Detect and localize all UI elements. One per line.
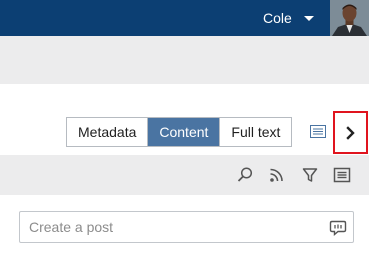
- tab-content[interactable]: Content: [147, 118, 220, 146]
- create-post-box: [19, 211, 354, 243]
- top-navigation-bar: Cole: [0, 0, 369, 36]
- next-panel-button[interactable]: [333, 111, 368, 154]
- create-post-input[interactable]: [20, 212, 329, 242]
- chevron-down-icon: [303, 15, 314, 21]
- rss-feed-icon[interactable]: [268, 166, 286, 184]
- view-tabs: Metadata Content Full text: [66, 117, 293, 147]
- user-name: Cole: [263, 10, 292, 26]
- chat-bubble-icon[interactable]: [329, 219, 347, 237]
- subheader-band: [0, 36, 369, 84]
- tab-metadata[interactable]: Metadata: [67, 118, 148, 146]
- filter-icon[interactable]: [301, 166, 319, 184]
- tab-full-text[interactable]: Full text: [219, 118, 292, 146]
- feed-toolbar: [0, 155, 369, 195]
- avatar[interactable]: [330, 0, 369, 36]
- search-icon[interactable]: [236, 166, 254, 184]
- chevron-right-icon: [345, 125, 355, 140]
- reading-layout-icon[interactable]: [310, 125, 326, 138]
- user-menu[interactable]: Cole: [255, 0, 317, 36]
- list-view-icon[interactable]: [333, 166, 351, 184]
